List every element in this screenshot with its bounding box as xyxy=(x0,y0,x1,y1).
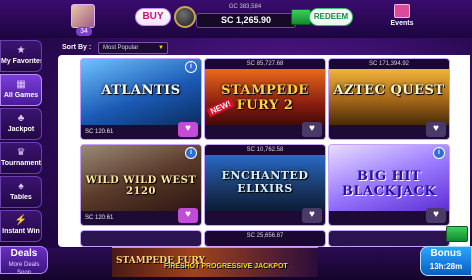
chevron-down-icon: ▼ xyxy=(158,45,164,51)
heart-icon[interactable]: ♥ xyxy=(426,122,446,137)
bonus-label: Bonus xyxy=(430,248,462,259)
top-bar: 34 BUY GC 383,584 SC 1,265.90 REDEEM Eve… xyxy=(0,0,472,38)
sidebar-item-favorites[interactable]: ★ My Favorites xyxy=(0,40,42,72)
slot-icon: ♣ xyxy=(17,113,25,124)
sidebar-item-jackpot[interactable]: ♣ Jackpot xyxy=(0,108,42,140)
sidebar: ★ My Favorites ▦ All Games ♣ Jackpot ♛ T… xyxy=(0,38,44,248)
bonus-timer: 13h:28m xyxy=(429,262,463,271)
gift-icon xyxy=(394,4,410,18)
events-button[interactable]: Events xyxy=(388,4,416,34)
redeem-button[interactable]: REDEEM xyxy=(309,8,353,26)
buy-button[interactable]: BUY xyxy=(135,8,171,26)
sidebar-item-instant-win[interactable]: ⚡ Instant Win xyxy=(0,210,42,242)
star-icon: ★ xyxy=(16,45,26,56)
game-tile-partial[interactable] xyxy=(80,230,202,247)
game-grid: ATLANTIS i SC 120.61 ♥ SC 85,727.68 STAM… xyxy=(58,55,470,247)
sidebar-item-label: All Games xyxy=(3,92,39,99)
heart-icon[interactable]: ♥ xyxy=(178,208,198,223)
sidebar-item-label: Tables xyxy=(10,194,32,201)
game-thumbnail xyxy=(329,69,449,127)
sidebar-item-label: Instant Win xyxy=(2,228,40,235)
cards-icon: ♠ xyxy=(18,181,24,192)
game-sc-value: SC 85,727.68 xyxy=(205,59,325,69)
game-tile-partial[interactable] xyxy=(328,230,450,247)
heart-icon[interactable]: ♥ xyxy=(302,208,322,223)
sort-label: Sort By : xyxy=(62,44,92,51)
jackpot-banner[interactable]: STAMPEDE FURY FIRESHOT PROGRESSIVE JACKP… xyxy=(112,247,318,277)
level-badge: 34 xyxy=(76,27,92,36)
game-title: WILD WILD WEST 2120 xyxy=(85,175,197,197)
sidebar-item-label: My Favorites xyxy=(1,58,41,65)
sort-dropdown[interactable]: Most Popular ▼ xyxy=(98,42,168,54)
info-icon[interactable]: i xyxy=(433,147,445,159)
bonus-button[interactable]: Bonus 13h:28m xyxy=(420,246,472,276)
game-title: ENCHANTED ELIXIRS xyxy=(221,169,309,195)
game-tile-wild-wild-west-2120[interactable]: WILD WILD WEST 2120 i SC 120.61 ♥ xyxy=(80,144,202,226)
game-tile-enchanted-elixirs[interactable]: SC 10,762.58 ENCHANTED ELIXIRS ♥ xyxy=(204,144,326,226)
money-icon xyxy=(291,9,311,25)
deals-label: Deals xyxy=(10,248,38,259)
game-sc-value: SC 10,762.58 xyxy=(205,145,325,155)
game-sc-value: SC 171,394.92 xyxy=(329,59,449,69)
banner-jackpot-text: FIRESHOT PROGRESSIVE JACKPOT xyxy=(164,263,288,270)
game-title: BIG HIT BLACKJACK xyxy=(341,169,437,199)
heart-icon[interactable]: ♥ xyxy=(426,208,446,223)
game-tile-atlantis[interactable]: ATLANTIS i SC 120.61 ♥ xyxy=(80,58,202,140)
game-title: AZTEC QUEST xyxy=(333,83,445,98)
deals-button[interactable]: Deals More Deals Soon xyxy=(0,246,48,276)
game-sc-value: SC 25,656.87 xyxy=(205,231,325,241)
sidebar-item-label: Tournaments xyxy=(1,160,41,167)
sort-selected-value: Most Popular xyxy=(103,45,139,51)
sidebar-item-tables[interactable]: ♠ Tables xyxy=(0,176,42,208)
game-tile-partial[interactable]: SC 25,656.87 xyxy=(204,230,326,247)
trophy-icon: ♛ xyxy=(16,147,26,158)
info-icon[interactable]: i xyxy=(185,147,197,159)
game-tile-big-hit-blackjack[interactable]: BIG HIT BLACKJACK i ♥ xyxy=(328,144,450,226)
player-avatar[interactable] xyxy=(71,4,95,28)
money-icon xyxy=(446,226,468,242)
info-icon[interactable]: i xyxy=(185,61,197,73)
deals-sub-label: More Deals Soon xyxy=(8,262,40,276)
sc-balance: SC 1,265.90 xyxy=(196,13,296,28)
coin-icon xyxy=(174,6,196,28)
gc-balance: GC 383,584 xyxy=(228,4,262,10)
grid-icon: ▦ xyxy=(16,79,26,90)
events-label: Events xyxy=(390,20,414,27)
game-tile-aztec-quest[interactable]: SC 171,394.92 AZTEC QUEST ♥ xyxy=(328,58,450,140)
game-tile-stampede-fury-2[interactable]: SC 85,727.68 STAMPEDE FURY 2 NEW! ♥ xyxy=(204,58,326,140)
sidebar-item-all-games[interactable]: ▦ All Games xyxy=(0,74,42,106)
game-title: ATLANTIS xyxy=(101,83,181,98)
heart-icon[interactable]: ♥ xyxy=(178,122,198,137)
sidebar-item-tournaments[interactable]: ♛ Tournaments xyxy=(0,142,42,174)
sidebar-item-label: Jackpot xyxy=(7,126,35,133)
lightning-icon: ⚡ xyxy=(14,215,28,226)
heart-icon[interactable]: ♥ xyxy=(302,122,322,137)
